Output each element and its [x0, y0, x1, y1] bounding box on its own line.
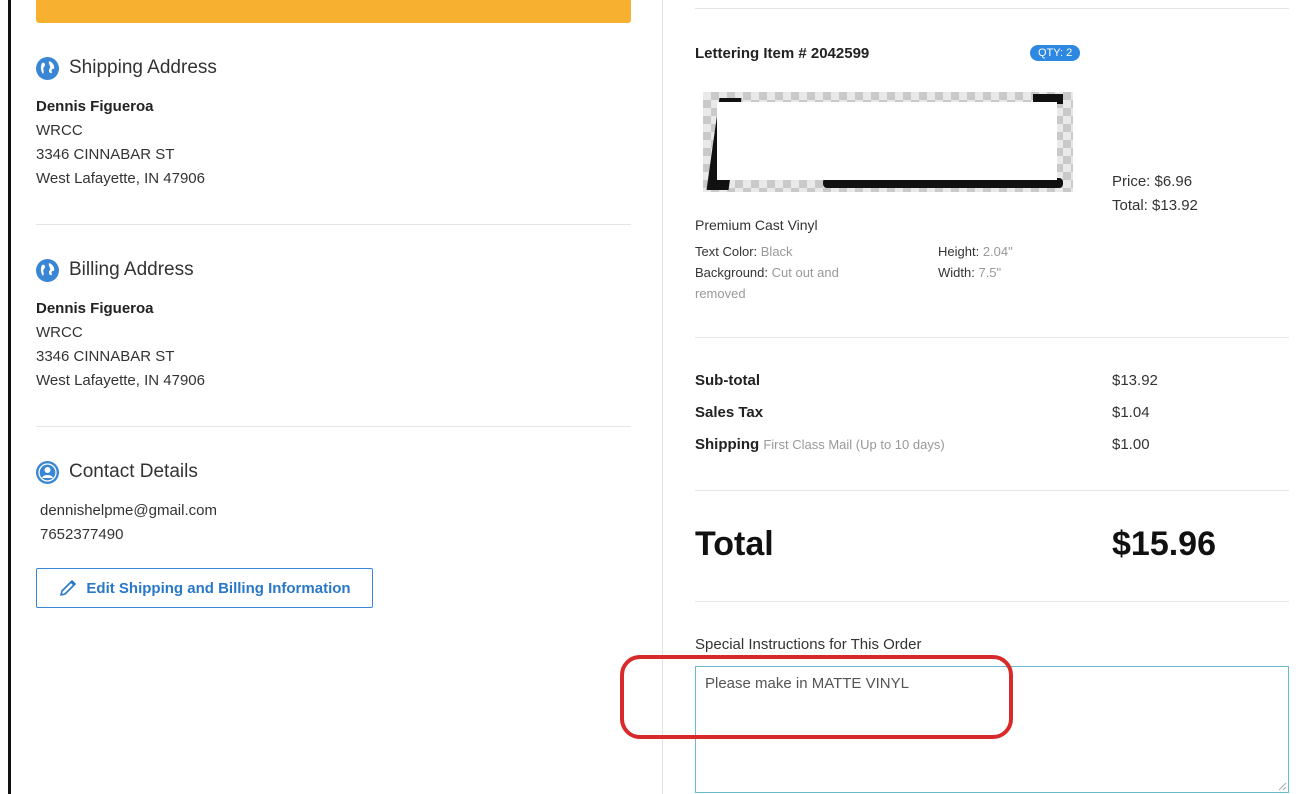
divider [695, 337, 1289, 338]
divider [36, 426, 631, 427]
column-divider [662, 0, 663, 794]
recipient-name: Dennis Figueroa [36, 98, 154, 115]
contact-phone: 7652377490 [40, 526, 124, 543]
contact-email: dennishelpme@gmail.com [40, 502, 217, 519]
spec-value: 2.04" [982, 244, 1013, 259]
user-icon [36, 460, 59, 484]
item-title: Lettering Item # 2042599 [695, 45, 870, 62]
globe-icon [36, 258, 59, 282]
grand-total-label: Total [695, 525, 774, 563]
billing-name: Dennis Figueroa [36, 300, 154, 317]
spec-label: Background: [695, 265, 768, 280]
contact-details-section: Contact Details dennishelpme@gmail.com 7… [36, 459, 631, 547]
spec-label: Width: [938, 265, 975, 280]
shipping-method: First Class Mail (Up to 10 days) [763, 437, 945, 452]
section-title: Contact Details [69, 461, 198, 482]
shipping-value: $1.00 [1112, 436, 1150, 453]
spec-label: Text Color: [695, 244, 758, 259]
special-instructions-label: Special Instructions for This Order [695, 636, 922, 653]
edit-button-label: Edit Shipping and Billing Information [86, 579, 351, 597]
spec-value: 7.5" [978, 265, 1002, 280]
address-line: 3346 CINNABAR ST [36, 146, 175, 163]
globe-icon [36, 56, 59, 80]
shipping-address-section: Shipping Address Dennis Figueroa WRCC 33… [36, 55, 631, 191]
address-line: 3346 CINNABAR ST [36, 348, 175, 365]
section-title: Billing Address [69, 259, 194, 280]
shipping-label: Shipping [695, 436, 760, 453]
item-total: Total: $13.92 [1112, 197, 1198, 214]
item-spec-left: Text Color: Black Background: Cut out an… [695, 241, 865, 304]
sales-tax-value: $1.04 [1112, 404, 1150, 421]
address-line: West Lafayette, IN 47906 [36, 170, 205, 187]
divider [695, 8, 1289, 9]
spec-label: Height: [938, 244, 980, 259]
lettering-preview-image [703, 92, 1073, 192]
billing-address-section: Billing Address Dennis Figueroa WRCC 334… [36, 257, 631, 393]
address-line: West Lafayette, IN 47906 [36, 372, 205, 389]
section-title: Shipping Address [69, 57, 217, 78]
subtotal-value: $13.92 [1112, 372, 1158, 389]
resize-grip-icon[interactable] [1277, 781, 1287, 791]
spec-value: Cut out and [771, 265, 839, 280]
sales-tax-label: Sales Tax [695, 404, 764, 421]
unit-price: Price: $6.96 [1112, 173, 1193, 190]
subtotal-row: Sub-total $13.92 [695, 372, 1289, 389]
divider [695, 490, 1289, 491]
shipping-row: Shipping First Class Mail (Up to 10 days… [695, 436, 1289, 453]
special-instructions-textarea[interactable]: Please make in MATTE VINYL [695, 666, 1289, 793]
pencil-icon [60, 580, 77, 596]
edit-shipping-billing-button[interactable]: Edit Shipping and Billing Information [36, 568, 373, 608]
accent-bar [36, 0, 631, 23]
divider [695, 601, 1289, 602]
divider [36, 224, 631, 225]
grand-total-value: $15.96 [1112, 525, 1216, 563]
item-pricing: Price: $6.96 Total: $13.92 [1112, 170, 1198, 218]
spec-value: Black [760, 244, 793, 259]
item-spec-right: Height: 2.04" Width: 7.5" [938, 241, 1013, 283]
address-line: WRCC [36, 122, 83, 139]
sales-tax-row: Sales Tax $1.04 [695, 404, 1289, 421]
address-line: WRCC [36, 324, 83, 341]
spec-value: removed [695, 286, 746, 301]
left-edge-rule [8, 0, 11, 794]
material-name: Premium Cast Vinyl [695, 217, 818, 233]
subtotal-label: Sub-total [695, 372, 760, 389]
qty-badge: QTY: 2 [1030, 45, 1081, 61]
